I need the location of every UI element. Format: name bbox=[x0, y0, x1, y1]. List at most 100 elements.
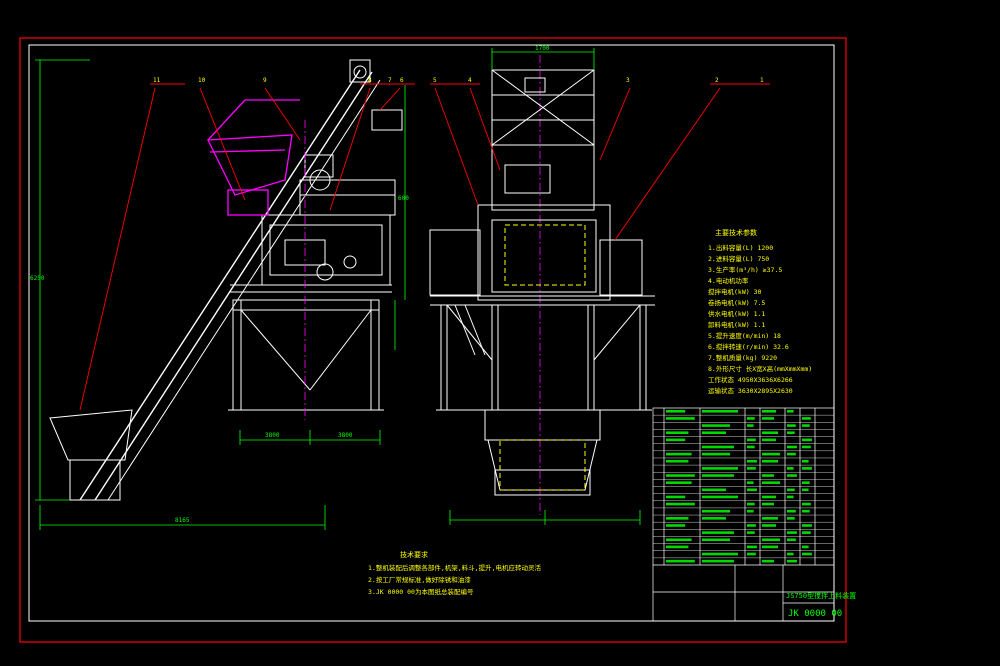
parts-list-cell-text bbox=[666, 459, 689, 463]
parts-list-cell-text bbox=[787, 431, 795, 435]
parts-list-cell-text bbox=[762, 502, 774, 506]
balloon-7: 7 bbox=[388, 77, 392, 84]
balloon-5: 5 bbox=[433, 77, 437, 84]
parts-list-cell-text bbox=[762, 559, 774, 563]
spec-row: 搅拌电机(kW) 30 bbox=[708, 287, 761, 296]
parts-list-cell-text bbox=[802, 438, 812, 442]
parts-list-cell-text bbox=[787, 495, 794, 499]
parts-list-rows bbox=[653, 414, 834, 559]
parts-list-cell-text bbox=[702, 531, 734, 534]
parts-list-cell-text bbox=[747, 424, 754, 427]
parts-list-cell-text bbox=[802, 481, 810, 484]
parts-list-cell-text bbox=[702, 552, 738, 556]
spec-row: 1.出料容量(L) 1200 bbox=[708, 243, 773, 252]
parts-list-cell-text bbox=[666, 517, 689, 520]
parts-list-cell-text bbox=[762, 438, 776, 442]
parts-list-cell-text bbox=[762, 495, 776, 499]
dim-elev: 600 bbox=[398, 195, 409, 202]
parts-list-cell-text bbox=[702, 445, 734, 449]
balloon-8: 8 bbox=[368, 77, 372, 84]
parts-list-cell-text bbox=[762, 410, 776, 413]
spec-row: 2.进料容量(L) 750 bbox=[708, 254, 769, 263]
balloon-3: 3 bbox=[626, 77, 630, 84]
parts-list-cell-text bbox=[747, 481, 754, 484]
parts-list-cell-text bbox=[802, 524, 812, 527]
spec-row: 运输状态 3630X2895X2630 bbox=[708, 386, 793, 395]
parts-list-cell-text bbox=[762, 481, 780, 484]
balloon-4: 4 bbox=[468, 77, 472, 84]
parts-list-cell-text bbox=[747, 545, 757, 549]
parts-list-cell-text bbox=[787, 559, 797, 563]
parts-list-cell-text bbox=[666, 502, 695, 506]
parts-list-cell-text bbox=[666, 559, 695, 563]
parts-list-cell-text bbox=[802, 467, 812, 470]
parts-list-cell-text bbox=[666, 481, 692, 484]
parts-list-cell-text bbox=[666, 538, 692, 542]
specs-title: 主要技术参数 bbox=[715, 228, 757, 237]
parts-list-cell-text bbox=[666, 474, 695, 477]
parts-list-cell-text bbox=[747, 502, 755, 506]
parts-list-cell-text bbox=[762, 431, 778, 435]
parts-list-cell-text bbox=[702, 452, 730, 456]
parts-list-cell-text bbox=[802, 545, 809, 549]
cad-drawing: 8165 3800 3800 6250 1700 600 11 10 9 8 7… bbox=[0, 0, 1000, 666]
parts-list-cell-text bbox=[802, 488, 809, 492]
parts-list-cell-text bbox=[787, 467, 794, 470]
parts-list-cell-text bbox=[666, 495, 686, 499]
parts-list-cell-text bbox=[747, 488, 757, 492]
parts-list-cell-text bbox=[802, 459, 809, 463]
balloon-1: 1 bbox=[760, 77, 764, 84]
parts-list-cell-text bbox=[702, 431, 726, 435]
parts-list-cell-text bbox=[787, 445, 797, 449]
parts-list-cell-text bbox=[802, 502, 811, 506]
parts-list-cell-text bbox=[787, 531, 797, 534]
parts-list-cell-text bbox=[747, 524, 756, 527]
parts-list-cell-text bbox=[762, 538, 780, 542]
notes-line: 3.JK 0000 00为本图纸总装配编号 bbox=[368, 587, 474, 596]
parts-list-cell-text bbox=[787, 517, 795, 520]
parts-list-cell-text bbox=[666, 410, 686, 413]
parts-list-cell-text bbox=[787, 474, 797, 477]
parts-list-cell-text bbox=[747, 552, 756, 556]
spec-row: 工作状态 4950X3636X6266 bbox=[708, 375, 793, 384]
balloon-2: 2 bbox=[715, 77, 719, 84]
parts-list-cell-text bbox=[747, 438, 756, 442]
parts-list-cell-text bbox=[666, 431, 689, 435]
parts-list-cell-text bbox=[702, 495, 738, 499]
parts-list-cell-text bbox=[762, 545, 778, 549]
parts-list-cell-text bbox=[702, 474, 734, 477]
balloon-11: 11 bbox=[153, 77, 161, 84]
parts-list-cell-text bbox=[802, 417, 811, 420]
dim-total: 8165 bbox=[175, 517, 190, 524]
parts-list-cell-text bbox=[702, 509, 730, 513]
dim-base-left: 3800 bbox=[265, 432, 280, 439]
parts-list-cell-text bbox=[787, 552, 794, 556]
parts-list-cell-text bbox=[802, 509, 810, 513]
parts-list-cell-text bbox=[762, 417, 774, 420]
parts-list-cell-text bbox=[787, 538, 796, 542]
spec-row: 7.整机质量(kg) 9220 bbox=[708, 353, 777, 362]
parts-list-cell-text bbox=[787, 509, 796, 513]
balloon-9: 9 bbox=[263, 77, 267, 84]
dim-base-right: 3800 bbox=[338, 432, 353, 439]
parts-list-cell-text bbox=[802, 445, 811, 449]
parts-list-cell-text bbox=[802, 552, 812, 556]
spec-row: 8.外形尺寸 长X宽X高(mmXmmXmm) bbox=[708, 364, 812, 373]
parts-list-cell-text bbox=[747, 459, 757, 463]
balloon-10: 10 bbox=[198, 77, 206, 84]
parts-list-cell-text bbox=[762, 452, 780, 456]
spec-row: 6.搅拌转速(r/min) 32.6 bbox=[708, 342, 789, 351]
parts-list-cell-text bbox=[666, 452, 692, 456]
parts-list-cell-text bbox=[802, 424, 810, 427]
parts-list-cell-text bbox=[787, 488, 795, 492]
spec-row: 5.提升速度(m/min) 18 bbox=[708, 331, 781, 340]
spec-row: 供水电机(kW) 1.1 bbox=[708, 309, 765, 318]
parts-list-cell-text bbox=[762, 517, 778, 520]
parts-list-cell-text bbox=[666, 545, 689, 549]
parts-list-cell-text bbox=[702, 517, 726, 520]
parts-list-cell-text bbox=[787, 410, 794, 413]
parts-list-cell-text bbox=[702, 488, 726, 492]
parts-list-cell-text bbox=[747, 445, 755, 449]
dim-height: 6250 bbox=[30, 275, 45, 282]
parts-list-cell-text bbox=[787, 424, 796, 427]
